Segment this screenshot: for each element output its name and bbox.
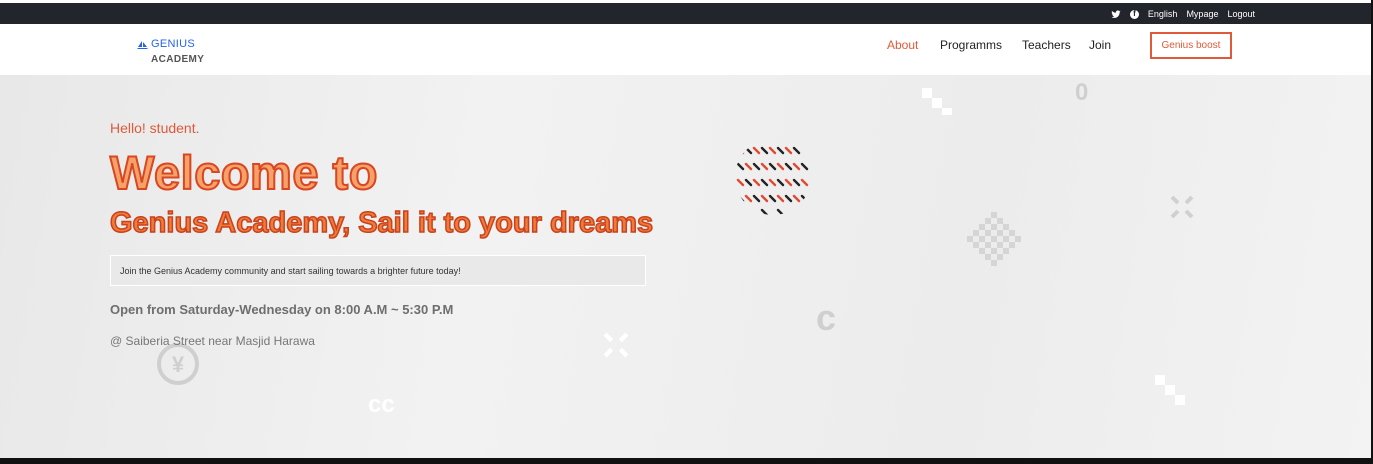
yen-glyph: ¥ — [172, 352, 185, 377]
top-bar: f English Mypage Logout — [0, 3, 1371, 24]
checker-diamond-decor — [967, 212, 1021, 266]
brand-logo[interactable]: GENIUS ACADEMY — [137, 38, 204, 65]
language-link[interactable]: English — [1148, 9, 1178, 19]
nav-about[interactable]: About — [887, 38, 918, 52]
navbar: GENIUS ACADEMY About Programms Teachers … — [0, 24, 1371, 75]
c-glyph-decor: c — [816, 297, 837, 338]
opening-hours: Open from Saturday-Wednesday on 8:00 A.M… — [110, 302, 454, 317]
dashed-circle-decor — [736, 146, 809, 215]
sail-icon — [137, 40, 148, 49]
pixel-decor — [1155, 375, 1165, 385]
hero-title: Welcome to — [109, 145, 378, 200]
genius-boost-button[interactable]: Genius boost — [1150, 32, 1232, 59]
nav-join[interactable]: Join — [1089, 38, 1111, 52]
pixel-decor — [1175, 395, 1185, 405]
x-mark-decor — [603, 332, 629, 358]
hero-greeting: Hello! student. — [110, 120, 200, 136]
pixel-decor — [1165, 385, 1175, 395]
hero-description-box: Join the Genius Academy community and st… — [110, 255, 646, 286]
pixel-decor — [932, 98, 942, 108]
brand-name: GENIUS — [151, 38, 195, 50]
nav-programms[interactable]: Programms — [940, 38, 1002, 52]
brand-subtitle: ACADEMY — [151, 54, 205, 65]
hero-subtitle: Genius Academy, Sail it to your dreams — [109, 206, 654, 240]
pixel-decor — [922, 88, 932, 98]
hero-section: 0 c cc ¥ Hello! student. Welcome to Geni… — [0, 75, 1371, 458]
facebook-icon[interactable]: f — [1129, 9, 1139, 19]
yen-coin-decor: ¥ — [157, 343, 199, 385]
nav-teachers[interactable]: Teachers — [1022, 38, 1071, 52]
page: f English Mypage Logout GENIUS ACADEMY A… — [0, 0, 1371, 458]
address: @ Saiberia Street near Masjid Harawa — [110, 334, 315, 348]
mypage-link[interactable]: Mypage — [1186, 9, 1218, 19]
hero-description: Join the Genius Academy community and st… — [120, 265, 461, 276]
pixel-decor — [942, 108, 952, 115]
cc-glyph-decor: cc — [368, 391, 395, 418]
x-mark-decor — [1170, 195, 1194, 219]
twitter-icon[interactable] — [1111, 9, 1121, 19]
zero-glyph-decor: 0 — [1075, 79, 1089, 106]
logout-link[interactable]: Logout — [1227, 9, 1255, 19]
